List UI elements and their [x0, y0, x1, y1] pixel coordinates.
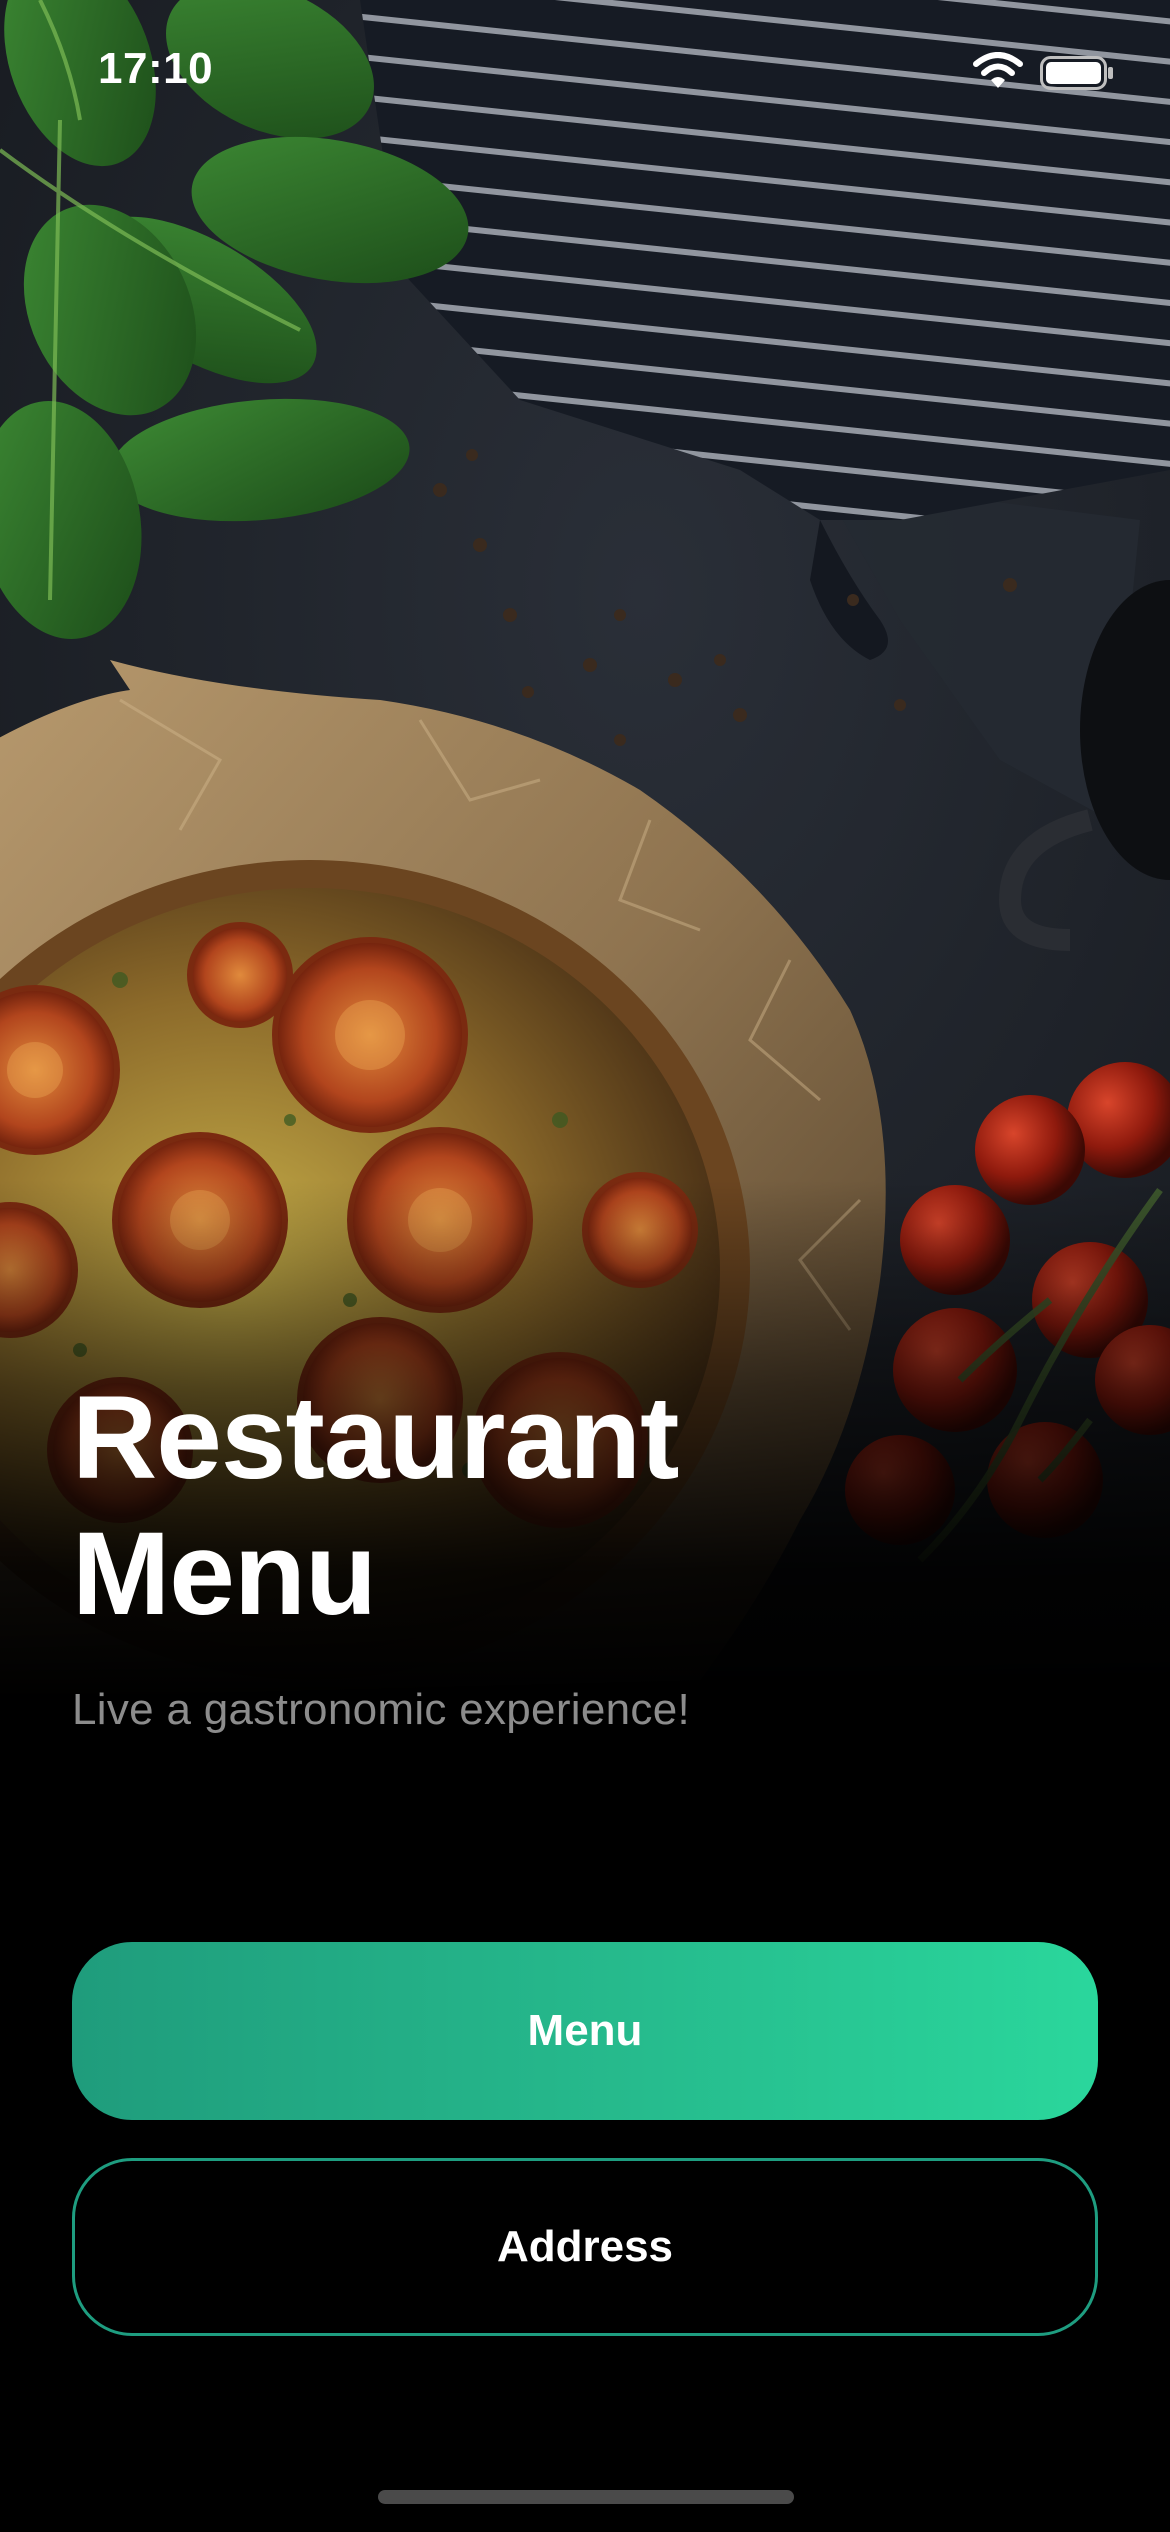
- status-bar: 17:10: [0, 0, 1170, 140]
- battery-icon: [1040, 56, 1113, 90]
- address-button-label: Address: [496, 2222, 674, 2271]
- title-line-menu: Menu: [72, 1508, 377, 1640]
- address-button[interactable]: Address: [72, 2158, 1098, 2336]
- welcome-screen: 17:10 Restaurant Menu Live a gastronomic…: [0, 0, 1170, 2532]
- title-line-restaurant: Restaurant: [72, 1372, 679, 1504]
- menu-button[interactable]: Menu: [72, 1942, 1098, 2120]
- wifi-icon: [973, 52, 1023, 88]
- home-indicator[interactable]: [378, 2490, 794, 2504]
- page-title: Restaurant Menu: [72, 1370, 972, 1642]
- status-time: 17:10: [98, 44, 214, 93]
- subtitle: Live a gastronomic experience!: [72, 1685, 690, 1734]
- menu-button-label: Menu: [527, 2006, 643, 2055]
